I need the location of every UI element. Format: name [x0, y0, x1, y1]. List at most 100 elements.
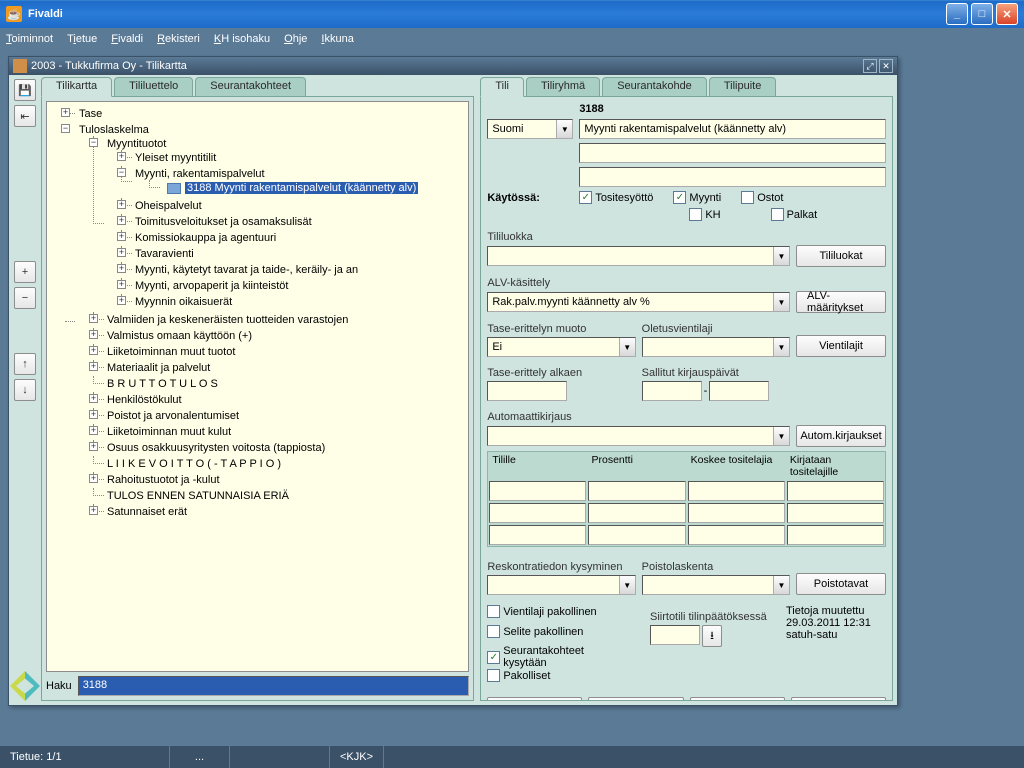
expand-icon[interactable]: +	[89, 314, 98, 323]
chk-tositesyotto[interactable]: ✓Tositesyöttö	[579, 191, 653, 204]
tree-node[interactable]: Myynti, arvopaperit ja kiinteistöt	[135, 280, 288, 292]
kopioi-tili-button[interactable]: Kopioi tili	[791, 697, 886, 701]
chk-selite-pak[interactable]: Selite pakollinen	[487, 625, 583, 638]
table-cell[interactable]	[489, 525, 586, 545]
tree-node[interactable]: Komissiokauppa ja agentuuri	[135, 232, 276, 244]
expand-icon[interactable]: +	[61, 108, 70, 117]
tree-node[interactable]: Myynnin oikaisuerät	[135, 296, 232, 308]
tree-node[interactable]: Toimitusveloitukset ja osamaksulisät	[135, 216, 312, 228]
sallitut-from-field[interactable]	[642, 381, 702, 401]
table-cell[interactable]	[588, 503, 685, 523]
tab-tiliryhma[interactable]: Tiliryhmä	[526, 77, 600, 97]
tree-node[interactable]: Liiketoiminnan muut tuotot	[107, 346, 235, 358]
expand-icon[interactable]: +	[89, 426, 98, 435]
collapse-icon[interactable]: −	[61, 124, 70, 133]
table-cell[interactable]	[787, 481, 884, 501]
tree-node[interactable]: Satunnaiset erät	[107, 506, 187, 518]
poistolaskenta-select[interactable]: ▼	[642, 575, 790, 595]
chk-ostot[interactable]: Ostot	[741, 191, 783, 204]
tab-seurantakohteet[interactable]: Seurantakohteet	[195, 77, 306, 97]
move-up-button[interactable]: ↑	[14, 353, 36, 375]
table-cell[interactable]	[489, 503, 586, 523]
tase-muoto-select[interactable]: Ei▼	[487, 337, 635, 357]
tree-node[interactable]: Poistot ja arvonalentumiset	[107, 410, 239, 422]
tree-node[interactable]: Materiaalit ja palvelut	[107, 362, 210, 374]
expand-icon[interactable]: +	[89, 474, 98, 483]
menu-fivaldi[interactable]: Fivaldi	[111, 33, 143, 45]
chk-kh[interactable]: KH	[689, 208, 720, 221]
expand-icon[interactable]: +	[117, 248, 126, 257]
tree-node[interactable]: Henkilöstökulut	[107, 394, 182, 406]
tililuokat-button[interactable]: Tililuokat	[796, 245, 886, 267]
tree-node[interactable]: Osuus osakkuusyritysten voitosta (tappio…	[107, 442, 325, 454]
minimize-button[interactable]: _	[946, 3, 968, 25]
tab-tilipuite[interactable]: Tilipuite	[709, 77, 777, 97]
expand-icon[interactable]: +	[117, 296, 126, 305]
poistotavat-button[interactable]: Poistotavat	[796, 573, 886, 595]
table-cell[interactable]	[588, 525, 685, 545]
language-select[interactable]: Suomi▼	[487, 119, 573, 139]
expand-icon[interactable]: +	[117, 216, 126, 225]
inner-restore-button[interactable]: ⤢	[863, 59, 877, 73]
account-name2-field[interactable]	[579, 143, 886, 163]
menu-ohje[interactable]: Ohje	[284, 33, 307, 45]
back-button[interactable]: ⇤	[14, 105, 36, 127]
alv-button[interactable]: ALV-määritykset	[796, 291, 886, 313]
tree-node[interactable]: Yleiset myyntitilit	[135, 152, 216, 164]
chk-vientilaji-pak[interactable]: Vientilaji pakollinen	[487, 605, 596, 618]
vientilajit-button[interactable]: Vientilajit	[796, 335, 886, 357]
minus-button[interactable]: −	[14, 287, 36, 309]
table-cell[interactable]	[489, 481, 586, 501]
expand-icon[interactable]: +	[89, 410, 98, 419]
menu-kh-isohaku[interactable]: KH isohaku	[214, 33, 270, 45]
account-name-field[interactable]: Myynti rakentamispalvelut (käännetty alv…	[579, 119, 886, 139]
inner-close-button[interactable]: ✕	[879, 59, 893, 73]
tree-node[interactable]: B R U T T O T U L O S	[107, 378, 218, 390]
maximize-button[interactable]: □	[971, 3, 993, 25]
chk-palkat[interactable]: Palkat	[771, 208, 818, 221]
expand-icon[interactable]: +	[117, 152, 126, 161]
expand-icon[interactable]: +	[89, 394, 98, 403]
menu-tietue[interactable]: Tietue	[67, 33, 97, 45]
expand-icon[interactable]: +	[89, 362, 98, 371]
tree-node[interactable]: Myynti, rakentamispalvelut	[135, 168, 265, 180]
menu-ikkuna[interactable]: Ikkuna	[321, 33, 353, 45]
tree-node[interactable]: Myyntituotot	[107, 138, 166, 150]
account-tree[interactable]: +Tase −Tuloslaskelma −Myyntituotot +Ylei…	[46, 101, 469, 672]
tree-leaf-selected[interactable]: 3188 Myynti rakentamispalvelut (käännett…	[185, 182, 418, 194]
autokirj-select[interactable]: ▼	[487, 426, 790, 446]
expand-icon[interactable]: +	[117, 280, 126, 289]
plus-button[interactable]: +	[14, 261, 36, 283]
move-down-button[interactable]: ↓	[14, 379, 36, 401]
poista-tili-button[interactable]: Poista tili	[690, 697, 785, 701]
save-button[interactable]: 💾	[14, 79, 36, 101]
account-name3-field[interactable]	[579, 167, 886, 187]
collapse-icon[interactable]: −	[89, 138, 98, 147]
sallitut-to-field[interactable]	[709, 381, 769, 401]
autokirj-button[interactable]: Autom.kirjaukset	[796, 425, 886, 447]
collapse-icon[interactable]: −	[117, 168, 126, 177]
reskontra-select[interactable]: ▼	[487, 575, 635, 595]
chk-myynti[interactable]: ✓Myynti	[673, 191, 721, 204]
table-cell[interactable]	[787, 503, 884, 523]
expand-icon[interactable]: +	[117, 200, 126, 209]
tree-node[interactable]: Tavaravienti	[135, 248, 194, 260]
table-cell[interactable]	[688, 481, 785, 501]
chk-seuranta-kys[interactable]: ✓Seurantakohteet kysytään	[487, 645, 630, 669]
tree-node[interactable]: Tase	[79, 108, 102, 120]
expand-icon[interactable]: +	[89, 442, 98, 451]
menu-rekisteri[interactable]: Rekisteri	[157, 33, 200, 45]
haku-input[interactable]: 3188	[78, 676, 470, 696]
expand-icon[interactable]: +	[89, 330, 98, 339]
tab-tililuettelo[interactable]: Tililuettelo	[114, 77, 193, 97]
siirtotili-field[interactable]	[650, 625, 700, 645]
tree-node[interactable]: Oheispalvelut	[135, 200, 202, 212]
table-cell[interactable]	[688, 503, 785, 523]
expand-icon[interactable]: +	[89, 506, 98, 515]
tree-node[interactable]: Valmistus omaan käyttöön (+)	[107, 330, 252, 342]
tab-tili[interactable]: Tili	[480, 77, 524, 97]
table-cell[interactable]	[588, 481, 685, 501]
siirtotili-lookup-button[interactable]: ⭳	[702, 625, 722, 647]
tililuokka-select[interactable]: ▼	[487, 246, 790, 266]
alv-select[interactable]: Rak.palv.myynti käännetty alv %▼	[487, 292, 790, 312]
